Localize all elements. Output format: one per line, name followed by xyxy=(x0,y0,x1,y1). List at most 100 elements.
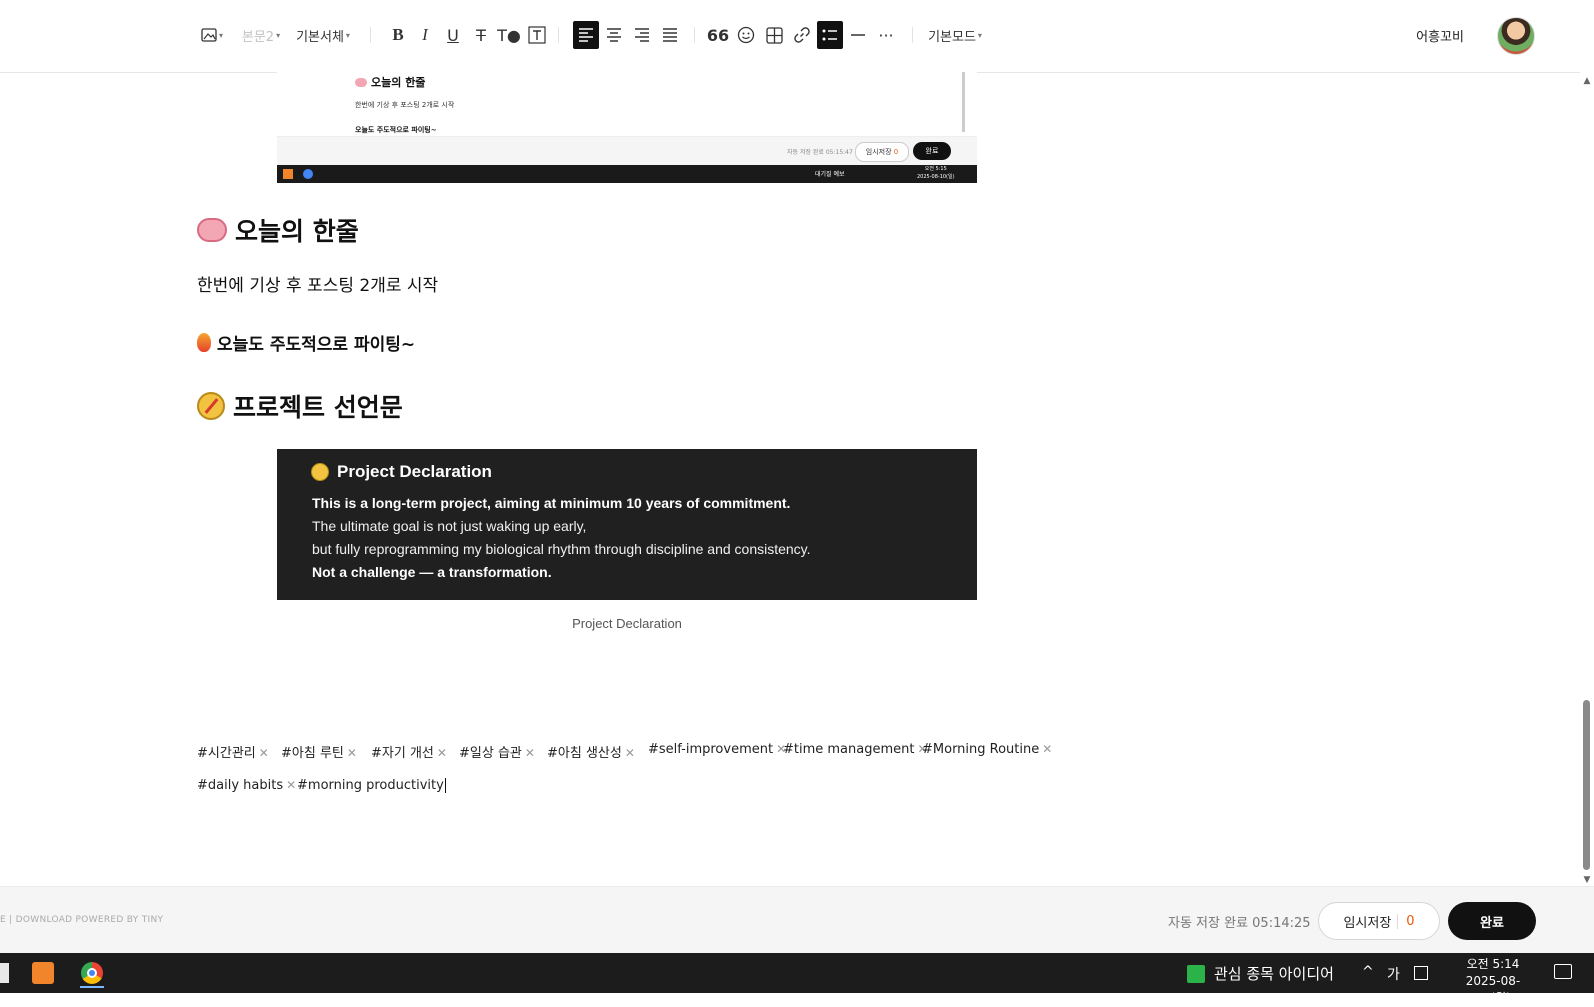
scroll-down-icon[interactable]: ▼ xyxy=(1580,875,1594,885)
paragraph-wakeup[interactable]: 한번에 기상 후 포스팅 2개로 시작 xyxy=(197,271,438,296)
emoji-button[interactable] xyxy=(733,21,759,49)
clock-time: 오전 5:14 xyxy=(1466,957,1520,971)
publish-label: 완료 xyxy=(1480,915,1504,931)
bold-line-fighting[interactable]: 오늘도 주도적으로 파이팅~ xyxy=(197,330,415,355)
link-icon xyxy=(794,27,810,43)
heading-text: 오늘의 한줄 xyxy=(235,217,359,246)
chevron-down-icon: ▾ xyxy=(977,30,982,40)
text-cursor xyxy=(444,778,446,793)
tag-label: #자기 개선 xyxy=(371,746,434,761)
close-icon[interactable]: ✕ xyxy=(437,746,447,760)
embedded-heading-text: 오늘의 한줄 xyxy=(371,76,426,89)
tag-label: #아침 생산성 xyxy=(547,746,622,761)
text-background-button[interactable] xyxy=(525,21,549,49)
taskbar-sublime[interactable] xyxy=(25,958,61,988)
close-icon[interactable]: ✕ xyxy=(625,746,635,760)
scrollbar-thumb[interactable] xyxy=(1583,700,1590,870)
tag-label: #self-improvement xyxy=(648,742,774,757)
more-button[interactable]: ··· xyxy=(873,21,899,49)
align-justify-icon xyxy=(663,28,677,42)
tag-label: #일상 습관 xyxy=(459,746,522,761)
close-icon[interactable]: ✕ xyxy=(259,746,269,760)
image-insert-button[interactable]: ▾ xyxy=(197,21,227,49)
editor-content[interactable]: 오늘의 한줄 한번에 기상 후 포스팅 2개로 시작 오늘도 주도적으로 파이팅… xyxy=(0,72,1580,886)
font-select[interactable]: 기본서체 ▾ xyxy=(294,21,352,49)
close-icon[interactable]: ✕ xyxy=(1042,742,1052,756)
link-button[interactable] xyxy=(789,21,815,49)
user-name[interactable]: 어흥꼬비 xyxy=(1416,26,1464,45)
text-color-icon: T● xyxy=(497,25,521,45)
align-left-button[interactable] xyxy=(573,21,599,49)
heading-project-declaration[interactable]: 프로젝트 선언문 xyxy=(197,388,403,424)
embedded-taskbar: 대기질 예보 오전 5:15 2025-08-10(일) xyxy=(277,165,977,183)
table-button[interactable] xyxy=(761,21,787,49)
publish-button[interactable]: 완료 xyxy=(1448,902,1536,940)
system-clock[interactable]: 오전 5:14 2025-08-11(월) xyxy=(1448,956,1538,1007)
editor-footer: E | DOWNLOAD POWERED BY TINY 자동 저장 완료 05… xyxy=(0,886,1594,954)
close-icon[interactable]: ✕ xyxy=(286,778,296,792)
close-icon[interactable]: ✕ xyxy=(347,746,357,760)
taskbar-app-partial[interactable] xyxy=(0,958,22,988)
align-right-button[interactable] xyxy=(629,21,655,49)
strikethrough-button[interactable]: T xyxy=(469,21,493,49)
smiley-icon xyxy=(737,26,755,44)
compass-icon xyxy=(311,463,329,481)
heading-today-line[interactable]: 오늘의 한줄 xyxy=(197,212,359,248)
notification-icon[interactable] xyxy=(1554,964,1572,979)
project-declaration-image[interactable]: Project Declaration This is a long-term … xyxy=(277,449,977,600)
draft-count: 0 xyxy=(1397,913,1415,929)
italic-button[interactable]: I xyxy=(413,21,437,49)
chevron-up-icon[interactable]: ^ xyxy=(1362,964,1374,980)
embedded-done-button: 완료 xyxy=(913,142,951,160)
save-draft-button[interactable]: 임시저장 0 xyxy=(1318,902,1440,940)
tag-input[interactable]: #morning productivity xyxy=(297,778,446,793)
embedded-chrome-icon xyxy=(303,169,313,179)
text-color-button[interactable]: T● xyxy=(497,21,521,49)
paragraph-style-select[interactable]: 본문2 ▾ xyxy=(240,21,282,49)
mode-label: 기본모드 xyxy=(928,29,976,45)
mode-select[interactable]: 기본모드 ▾ xyxy=(926,21,984,49)
tag-label: #Morning Routine xyxy=(922,742,1040,757)
stock-widget[interactable]: 관심 종목 아이디어 xyxy=(1187,963,1334,984)
scroll-up-icon[interactable]: ▲ xyxy=(1580,76,1594,86)
tag-item: #일상 습관 ✕ xyxy=(459,742,535,761)
horizontal-line-button[interactable] xyxy=(845,21,871,49)
compass-icon xyxy=(197,392,225,420)
bullet-list-icon xyxy=(822,29,837,41)
image-caption[interactable]: Project Declaration xyxy=(277,616,977,631)
align-center-button[interactable] xyxy=(601,21,627,49)
quote-button[interactable]: 66 xyxy=(705,21,731,49)
embedded-heading: 오늘의 한줄 xyxy=(355,74,425,90)
footer-links[interactable]: E | DOWNLOAD POWERED BY TINY xyxy=(0,915,163,925)
close-icon[interactable]: ✕ xyxy=(525,746,535,760)
embedded-draft-count: 0 xyxy=(893,148,899,156)
underline-button[interactable]: U xyxy=(441,21,465,49)
embedded-sublime-icon xyxy=(283,169,293,179)
align-justify-button[interactable] xyxy=(657,21,683,49)
ime-indicator[interactable]: 가 xyxy=(1387,964,1400,984)
more-icon: ··· xyxy=(878,25,894,45)
embedded-screenshot-image[interactable]: 오늘의 한줄 한번에 기상 후 포스팅 2개로 시작 오늘도 주도적으로 파이팅… xyxy=(277,72,977,183)
tag-label: #daily habits xyxy=(197,778,284,793)
embedded-weather: 대기질 예보 xyxy=(815,171,845,178)
font-label: 기본서체 xyxy=(296,29,344,45)
text-background-icon xyxy=(528,26,546,44)
keyboard-icon[interactable] xyxy=(1414,966,1428,980)
embedded-scrollbar xyxy=(962,72,965,132)
embedded-draft-button: 임시저장 0 xyxy=(855,142,909,162)
underline-icon: U xyxy=(447,25,459,45)
tag-item: #아침 생산성 ✕ xyxy=(547,742,635,761)
embedded-clock: 오전 5:15 2025-08-10(일) xyxy=(917,165,955,181)
stock-icon xyxy=(1187,964,1205,983)
taskbar-chrome[interactable] xyxy=(74,958,110,988)
bullet-list-button[interactable] xyxy=(817,21,843,49)
declaration-line: This is a long-term project, aiming at m… xyxy=(312,495,791,511)
table-icon xyxy=(765,26,783,44)
toolbar-divider xyxy=(370,27,371,43)
clock-date: 2025-08-11(월) xyxy=(1465,974,1521,1005)
avatar[interactable] xyxy=(1497,17,1535,55)
tag-item: #Morning Routine ✕ xyxy=(922,742,1052,757)
embedded-footer-bar: 자동 저장 완료 05:15:47 임시저장 0 완료 xyxy=(277,136,977,166)
embedded-line2: 오늘도 주도적으로 파이팅~ xyxy=(355,126,437,134)
bold-button[interactable]: B xyxy=(386,21,410,49)
